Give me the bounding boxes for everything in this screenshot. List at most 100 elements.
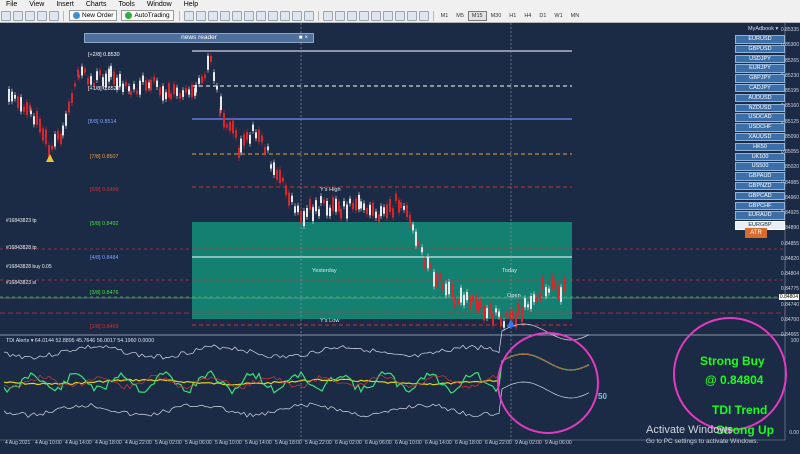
candle-body	[188, 89, 190, 95]
current-price-tag: 0.84804	[778, 294, 799, 300]
market-watch-title: MyAdbook ▾	[748, 26, 779, 32]
candle-body	[198, 78, 200, 84]
symbol-button-gbpchf[interactable]: GBPCHF	[735, 201, 785, 211]
ys-low-label: Y's Low	[320, 318, 340, 324]
news-reader-title: news reader	[181, 34, 217, 41]
candle-body	[179, 93, 181, 99]
candle-body	[133, 83, 135, 90]
candle-body	[503, 321, 505, 328]
order-buy-label[interactable]: #16843828 buy 0.05	[6, 264, 52, 270]
candle-body	[463, 294, 465, 306]
candle-body	[480, 298, 482, 308]
candle-body	[375, 211, 377, 218]
candle-body	[483, 305, 485, 321]
candle-body	[153, 76, 155, 82]
symbol-button-cadjpy[interactable]: CADJPY	[735, 83, 785, 93]
order-sl-label[interactable]: #16843823 sl	[6, 280, 36, 286]
candle-body	[489, 303, 491, 315]
candle-body	[366, 208, 368, 215]
tdi-rsi-price-line	[3, 353, 590, 395]
signal-line-3: TDI Trend	[712, 403, 768, 417]
symbol-button-gbpjpy[interactable]: GBPJPY	[735, 74, 785, 83]
symbol-button-uk100[interactable]: UK100	[735, 152, 785, 162]
time-tick-label: 6 Aug 02:00	[335, 440, 362, 446]
symbol-button-eurjpy[interactable]: EURJPY	[735, 64, 785, 73]
candle-body	[130, 91, 132, 96]
order-tp-label-1[interactable]: #16843823 tp	[6, 218, 37, 224]
symbol-button-us500[interactable]: US500	[735, 162, 785, 171]
candle-body	[433, 271, 435, 287]
symbol-list: EURUSD GBPUSD USDJPY EURJPY GBPJPY CADJPY AUDU…	[735, 35, 785, 230]
candle-body	[533, 294, 535, 303]
candle-body	[439, 274, 441, 280]
news-reader-panel[interactable]: news reader ■×	[84, 33, 314, 43]
candle-body	[500, 317, 502, 327]
time-tick-label: 6 Aug 18:00	[455, 440, 482, 446]
symbol-button-usdcad[interactable]: USDCAD	[735, 113, 785, 122]
symbol-button-gbpnzd[interactable]: GBPNZD	[735, 181, 785, 191]
candle-body	[332, 197, 334, 212]
candle-body	[173, 84, 175, 95]
candle-body	[548, 288, 550, 293]
atr-button[interactable]: ATR	[745, 228, 767, 238]
candle-body	[445, 283, 447, 296]
candle-body	[168, 83, 170, 98]
symbol-button-gbpusd[interactable]: GBPUSD	[735, 44, 785, 54]
yesterday-label: Yesterday	[312, 268, 337, 274]
candle-body	[527, 304, 529, 308]
price-tick-label: 0.85335	[780, 27, 799, 33]
symbol-button-nzdusd[interactable]: NZDUSD	[735, 103, 785, 113]
symbol-button-eurusd[interactable]: EURUSD	[735, 35, 785, 44]
symbol-button-gbpaud[interactable]: GBPAUD	[735, 172, 785, 181]
candle-body	[74, 83, 76, 87]
symbol-button-usdjpy[interactable]: USDJPY	[735, 54, 785, 64]
candle-body	[148, 82, 150, 89]
candle-body	[409, 214, 411, 226]
news-reader-controls-icon[interactable]: ■×	[299, 34, 310, 42]
candle-body	[539, 292, 541, 301]
today-label: Today	[502, 268, 517, 274]
candle-body	[360, 201, 362, 209]
candle-body	[551, 274, 553, 289]
time-tick-label: 9 Aug 06:00	[545, 440, 572, 446]
candle-body	[469, 296, 471, 310]
candle-body	[306, 207, 308, 217]
candle-body	[451, 283, 453, 298]
price-tick-label: 0.84855	[780, 240, 799, 247]
candle-body	[235, 130, 237, 138]
candle-body	[398, 200, 400, 213]
candle-body	[557, 284, 559, 299]
symbol-button-xauusd[interactable]: XAUUSD	[735, 132, 785, 142]
symbol-button-hk50[interactable]: HK50	[735, 142, 785, 152]
candle-body	[472, 295, 474, 301]
symbol-button-euraud[interactable]: EURAUD	[735, 211, 785, 220]
activation-watermark-title: Activate Windows	[646, 424, 733, 436]
time-tick-label: 5 Aug 02:00	[155, 440, 182, 446]
candle-body	[20, 97, 22, 112]
candle-body	[142, 75, 144, 83]
symbol-button-gbpcad[interactable]: GBPCAD	[735, 191, 785, 201]
candle-body	[560, 287, 562, 302]
price-tick-label: 0.84700	[780, 316, 799, 323]
candle-body	[395, 193, 397, 201]
candle-body	[291, 195, 293, 203]
symbol-button-audusd[interactable]: AUDUSD	[735, 93, 785, 103]
candle-body	[243, 134, 245, 146]
candle-body	[276, 169, 278, 180]
candle-body	[252, 124, 254, 132]
time-tick-label: 6 Aug 10:00	[395, 440, 422, 446]
candle-body	[442, 283, 444, 291]
candle-body	[195, 84, 197, 93]
candle-body	[536, 296, 538, 302]
candle-body	[71, 93, 73, 104]
order-tp-label-2[interactable]: #16843828 tp	[6, 245, 37, 251]
fib-label-4-8: [4/8] 0.8484	[90, 255, 119, 261]
candle-body	[23, 106, 25, 112]
candle-body	[323, 199, 325, 204]
symbol-button-usdchf[interactable]: USDCHF	[735, 123, 785, 132]
time-tick-label: 6 Aug 06:00	[365, 440, 392, 446]
candle-body	[315, 200, 317, 212]
candle-body	[492, 314, 494, 326]
time-tick-label: 5 Aug 18:00	[275, 440, 302, 446]
candle-body	[335, 198, 337, 212]
